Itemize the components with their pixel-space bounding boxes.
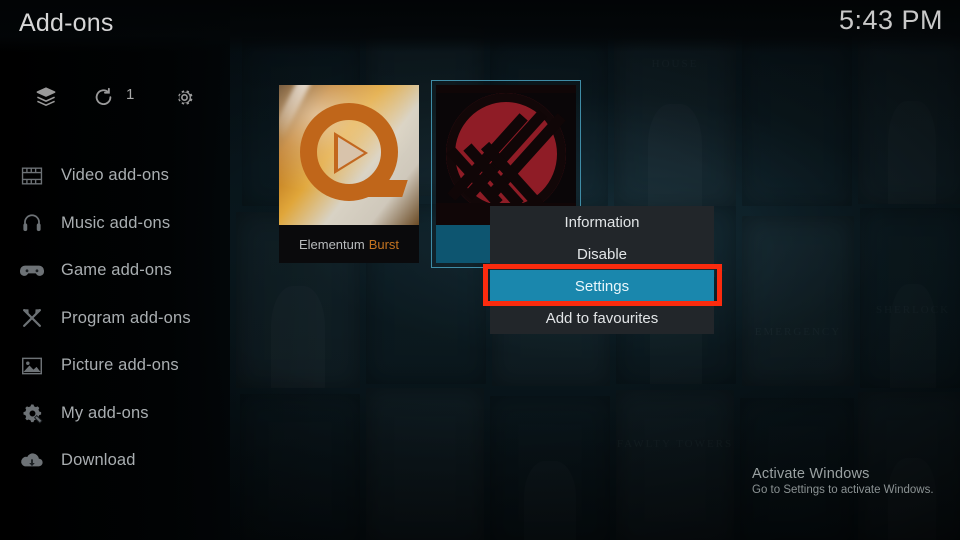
- page-title: Add-ons: [19, 9, 114, 37]
- watermark-subtitle: Go to Settings to activate Windows.: [752, 484, 934, 496]
- addon-tile-elementum-burst[interactable]: Elementum Burst: [279, 85, 419, 263]
- install-from-repository-button[interactable]: [27, 78, 65, 116]
- sidebar-item-download[interactable]: Download: [0, 437, 230, 485]
- sidebar-toolbar: 1: [0, 78, 230, 118]
- sidebar-item-program-addons[interactable]: Program add-ons: [0, 295, 230, 343]
- addon-thumbnail: [436, 85, 576, 225]
- sidebar-nav: Video add-ons Music add-ons Game add-ons…: [0, 152, 230, 485]
- sidebar-item-video-addons[interactable]: Video add-ons: [0, 152, 230, 200]
- addon-name-secondary: Burst: [368, 236, 400, 252]
- cloud-download-icon: [17, 446, 47, 476]
- film-icon: [17, 161, 47, 191]
- elementum-logo-icon: [279, 85, 419, 225]
- updates-count-badge: 1: [126, 86, 135, 103]
- tools-icon: [17, 303, 47, 333]
- sidebar-item-label: Program add-ons: [61, 308, 191, 327]
- sidebar-item-label: Download: [61, 451, 136, 470]
- addons-settings-button[interactable]: [165, 78, 203, 116]
- gear-icon: [173, 86, 196, 109]
- context-menu-item-information[interactable]: Information: [490, 206, 714, 238]
- sidebar-item-my-addons[interactable]: My add-ons: [0, 390, 230, 438]
- sidebar-item-label: Music add-ons: [61, 213, 171, 232]
- context-menu: Information Disable Settings Add to favo…: [490, 206, 714, 334]
- sidebar-item-label: Game add-ons: [61, 261, 172, 280]
- addon-label: Elementum Burst: [279, 225, 419, 263]
- gear-wrench-icon: [17, 398, 47, 428]
- context-menu-item-add-to-favourites[interactable]: Add to favourites: [490, 302, 714, 334]
- sidebar: 1 Video add-ons Music add-ons Game add-o…: [0, 0, 230, 540]
- clock: 5:43 PM: [838, 5, 943, 35]
- context-menu-item-disable[interactable]: Disable: [490, 238, 714, 270]
- sidebar-item-picture-addons[interactable]: Picture add-ons: [0, 342, 230, 390]
- kodi-addons-screen: HOUSE THE TWILIGHT ZONE EMERGENCY SHERLO…: [0, 0, 960, 540]
- addon-name-primary: Elementum: [298, 236, 365, 252]
- addon-thumbnail: [279, 85, 419, 225]
- gamepad-icon: [17, 256, 47, 286]
- picture-icon: [17, 351, 47, 381]
- context-menu-item-settings[interactable]: Settings: [490, 270, 714, 302]
- sidebar-item-label: My add-ons: [61, 403, 149, 422]
- sidebar-item-label: Picture add-ons: [61, 356, 179, 375]
- headphones-icon: [17, 208, 47, 238]
- sidebar-item-music-addons[interactable]: Music add-ons: [0, 200, 230, 248]
- watermark-title: Activate Windows: [752, 466, 870, 482]
- sidebar-item-game-addons[interactable]: Game add-ons: [0, 247, 230, 295]
- addon-logo-icon: [436, 85, 576, 225]
- windows-activation-watermark: Activate Windows Go to Settings to activ…: [752, 466, 942, 496]
- sidebar-item-label: Video add-ons: [61, 166, 170, 185]
- top-bar: Add-ons 5:43 PM: [0, 0, 960, 52]
- box-icon: [34, 85, 58, 109]
- check-for-updates-button[interactable]: [84, 78, 122, 116]
- refresh-icon: [92, 86, 115, 109]
